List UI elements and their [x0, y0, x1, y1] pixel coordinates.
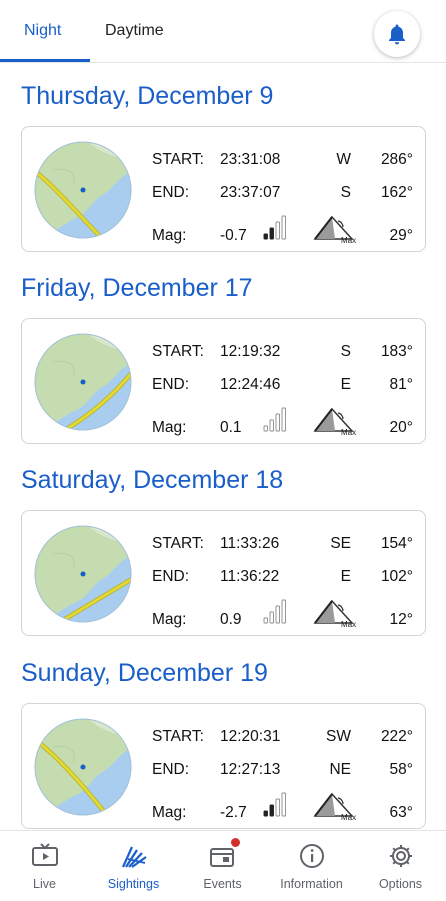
magnitude-label: Mag: [152, 804, 187, 821]
end-direction: NE [329, 761, 351, 778]
start-direction: S [340, 343, 351, 360]
ground-track-map [34, 718, 132, 816]
nav-information[interactable]: Information [267, 831, 356, 901]
bell-icon [389, 24, 405, 45]
brightness-signal-icon [263, 792, 286, 817]
end-direction: S [340, 184, 351, 201]
start-direction: SE [330, 535, 351, 552]
notifications-button[interactable] [374, 11, 420, 57]
nav-live[interactable]: Live [0, 831, 89, 901]
info-icon [299, 844, 324, 868]
sighting-card[interactable]: START: 12:19:32 S 183° END: 12:24:46 E 8… [21, 318, 426, 444]
tv-play-icon [31, 843, 58, 866]
start-azimuth: 154° [380, 535, 413, 552]
max-elevation-icon: Max [313, 792, 356, 822]
max-elevation-icon: Max [313, 215, 356, 245]
nav-events[interactable]: Events [178, 831, 267, 901]
nav-label: Information [280, 877, 343, 891]
start-time: 23:31:08 [220, 151, 281, 168]
start-azimuth: 183° [380, 343, 413, 360]
brightness-signal-icon [263, 599, 286, 624]
ground-track-map [34, 141, 132, 239]
magnitude-value: -0.7 [220, 227, 247, 244]
end-time: 12:27:13 [220, 761, 281, 778]
events-badge [230, 837, 241, 848]
ground-track-map [34, 333, 132, 431]
day-heading: Friday, December 17 [21, 274, 253, 302]
start-azimuth: 222° [380, 728, 413, 745]
gear-icon [389, 845, 412, 867]
tab-night[interactable]: Night [24, 22, 61, 40]
start-direction: SW [326, 728, 351, 745]
nav-label: Events [203, 877, 242, 891]
max-elevation-value: 12° [389, 611, 413, 628]
start-label: START: [152, 343, 204, 360]
day-heading: Sunday, December 19 [21, 659, 268, 687]
start-label: START: [152, 151, 204, 168]
max-elevation-value: 20° [389, 419, 413, 436]
magnitude-label: Mag: [152, 227, 187, 244]
max-label: Max [341, 813, 356, 822]
brightness-signal-icon [263, 215, 286, 240]
ground-track-map [34, 525, 132, 623]
bottom-navigation: Live Sightings Events Information Option… [0, 830, 446, 901]
sighting-card[interactable]: START: 11:33:26 SE 154° END: 11:36:22 E … [21, 510, 426, 636]
end-azimuth: 162° [380, 184, 413, 201]
divider [0, 62, 446, 63]
end-label: END: [152, 568, 190, 585]
brightness-signal-icon [263, 407, 286, 432]
nav-options[interactable]: Options [356, 831, 445, 901]
max-elevation-icon: Max [313, 599, 356, 629]
start-label: START: [152, 728, 204, 745]
end-azimuth: 81° [389, 376, 413, 393]
max-label: Max [341, 428, 356, 437]
end-time: 12:24:46 [220, 376, 281, 393]
end-azimuth: 102° [380, 568, 413, 585]
end-direction: E [340, 568, 351, 585]
max-elevation-icon: Max [313, 407, 356, 437]
max-label: Max [341, 620, 356, 629]
end-label: END: [152, 761, 190, 778]
end-label: END: [152, 184, 190, 201]
sighting-card[interactable]: START: 12:20:31 SW 222° END: 12:27:13 NE… [21, 703, 426, 829]
day-heading: Thursday, December 9 [21, 82, 274, 110]
nav-label: Live [33, 877, 56, 891]
start-time: 12:19:32 [220, 343, 281, 360]
max-label: Max [341, 236, 356, 245]
magnitude-label: Mag: [152, 611, 187, 628]
max-elevation-value: 29° [389, 227, 413, 244]
end-direction: E [340, 376, 351, 393]
start-time: 11:33:26 [220, 535, 280, 552]
start-label: START: [152, 535, 204, 552]
start-direction: W [336, 151, 351, 168]
day-heading: Saturday, December 18 [21, 466, 284, 494]
end-time: 23:37:07 [220, 184, 281, 201]
start-azimuth: 286° [380, 151, 413, 168]
nav-label: Sightings [107, 877, 160, 891]
magnitude-value: 0.1 [220, 419, 242, 436]
top-tab-bar: Night Daytime [0, 0, 446, 64]
end-time: 11:36:22 [220, 568, 280, 585]
satellite-icon [121, 846, 147, 868]
magnitude-label: Mag: [152, 419, 187, 436]
end-label: END: [152, 376, 190, 393]
magnitude-value: -2.7 [220, 804, 247, 821]
nav-label: Options [378, 877, 423, 891]
sighting-card[interactable]: START: 23:31:08 W 286° END: 23:37:07 S 1… [21, 126, 426, 252]
tab-daytime[interactable]: Daytime [105, 22, 164, 40]
max-elevation-value: 63° [389, 804, 413, 821]
nav-sightings[interactable]: Sightings [89, 831, 178, 901]
end-azimuth: 58° [389, 761, 413, 778]
magnitude-value: 0.9 [220, 611, 242, 628]
start-time: 12:20:31 [220, 728, 281, 745]
